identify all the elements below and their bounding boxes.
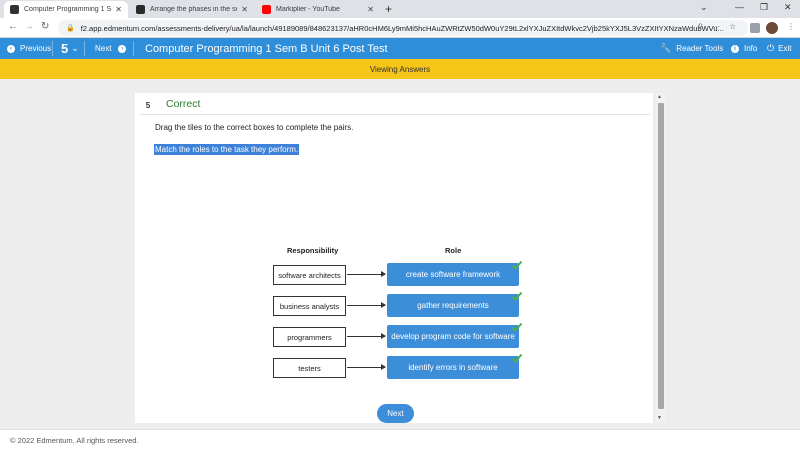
responsibility-header: Responsibility [287, 246, 339, 255]
role-header: Role [445, 246, 462, 255]
divider [52, 41, 53, 56]
youtube-favicon-icon [262, 5, 271, 14]
extension-icon[interactable] [750, 23, 760, 33]
scroll-down-icon[interactable]: ▼ [657, 415, 662, 421]
role-answer-box[interactable]: create software framework [387, 263, 519, 286]
page-footer: © 2022 Edmentum. All rights reserved. [0, 429, 800, 450]
brainly-favicon-icon [136, 5, 145, 14]
address-bar: ← → ↻ 🔒 f2.app.edmentum.com/assessments-… [0, 18, 800, 38]
edmentum-favicon-icon [10, 5, 19, 14]
close-tab-icon[interactable]: ✕ [241, 5, 248, 14]
browser-tab-edmentum[interactable]: Computer Programming 1 Sem B ✕ [4, 1, 128, 18]
divider [84, 41, 85, 56]
forward-icon[interactable]: → [24, 21, 34, 32]
bookmark-star-icon[interactable]: ☆ [729, 22, 736, 31]
chevron-left-icon: ‹ [7, 44, 15, 53]
responsibility-tile: software architects [273, 265, 346, 285]
checkmark-icon [511, 291, 523, 301]
info-icon: i [731, 44, 739, 53]
exit-button[interactable]: ⏻ Exit [767, 38, 791, 59]
scrollbar-thumb[interactable] [658, 103, 664, 409]
new-tab-icon[interactable]: + [385, 2, 392, 16]
tab-search-icon[interactable]: ⌄ [700, 2, 708, 13]
checkmark-icon [511, 322, 523, 332]
tab-title: Markiplier - YouTube [276, 6, 340, 13]
previous-label: Previous [20, 44, 52, 53]
close-tab-icon[interactable]: ✕ [115, 5, 122, 14]
responsibility-tile: testers [273, 358, 346, 378]
chevron-down-icon: ⌄ [71, 43, 79, 53]
previous-button[interactable]: ‹ Previous [7, 38, 51, 59]
next-header-button[interactable]: Next › [95, 38, 127, 59]
url-field[interactable]: 🔒 f2.app.edmentum.com/assessments-delive… [58, 20, 748, 36]
minimize-icon[interactable]: — [735, 2, 744, 12]
browser-tab-arrange[interactable]: Arrange the phases in the seque ✕ [130, 1, 254, 18]
checkmark-icon [511, 260, 523, 270]
avatar[interactable] [766, 22, 778, 34]
responsibility-tile: programmers [273, 327, 346, 347]
assessment-header: ‹ Previous 5 ⌄ Next › Computer Programmi… [0, 38, 800, 59]
info-button[interactable]: i Info [731, 38, 757, 59]
maximize-icon[interactable]: ❐ [760, 2, 768, 13]
divider [133, 41, 134, 56]
role-answer-box[interactable]: identify errors in software [387, 356, 519, 379]
question-number: 5 [61, 41, 69, 56]
role-answer-box[interactable]: gather requirements [387, 294, 519, 317]
translate-icon[interactable]: ⋯ [712, 22, 720, 31]
share-icon[interactable]: ⇪ [697, 22, 704, 31]
prompt-text: Match the roles to the task they perform… [154, 144, 300, 155]
checkmark-icon [511, 353, 523, 363]
viewing-answers-banner: Viewing Answers [0, 59, 800, 79]
question-number-badge: 5 [145, 100, 151, 110]
arrow-right-icon [347, 271, 386, 277]
divider [140, 114, 650, 115]
scrollbar[interactable]: ▲ ▼ [656, 93, 666, 423]
lock-icon: 🔒 [66, 25, 75, 32]
reader-tools-label: Reader Tools [676, 44, 724, 53]
reader-tools-button[interactable]: 🔧 Reader Tools [660, 38, 723, 59]
exit-icon: ⏻ [767, 43, 775, 53]
copyright-text: © 2022 Edmentum. All rights reserved. [10, 436, 139, 445]
info-label: Info [744, 44, 758, 53]
responsibility-tile: business analysts [273, 296, 346, 316]
test-title: Computer Programming 1 Sem B Unit 6 Post… [145, 42, 388, 55]
browser-tab-youtube[interactable]: Markiplier - YouTube ✕ [256, 1, 380, 18]
menu-icon[interactable]: ⋮ [787, 22, 795, 31]
tab-title: Arrange the phases in the seque [150, 6, 237, 13]
next-button[interactable]: Next [377, 404, 414, 423]
url-text: f2.app.edmentum.com/assessments-delivery… [80, 23, 724, 33]
instruction-text: Drag the tiles to the correct boxes to c… [155, 123, 354, 132]
question-selector[interactable]: 5 ⌄ [61, 38, 79, 59]
role-answer-box[interactable]: develop program code for software [387, 325, 519, 348]
close-tab-icon[interactable]: ✕ [367, 5, 374, 14]
scroll-up-icon[interactable]: ▲ [657, 94, 662, 100]
result-status: Correct [166, 98, 201, 110]
arrow-right-icon [347, 333, 386, 339]
close-window-icon[interactable]: ✕ [784, 2, 792, 13]
chevron-right-icon: › [118, 44, 127, 53]
arrow-right-icon [347, 364, 386, 370]
wrench-icon: 🔧 [660, 43, 672, 53]
next-label: Next [95, 44, 112, 53]
reload-icon[interactable]: ↻ [41, 21, 49, 32]
tab-title: Computer Programming 1 Sem B [24, 6, 112, 13]
browser-tab-strip: Computer Programming 1 Sem B ✕ Arrange t… [0, 0, 800, 18]
back-icon[interactable]: ← [8, 21, 18, 32]
arrow-right-icon [347, 302, 386, 308]
exit-label: Exit [778, 44, 792, 53]
